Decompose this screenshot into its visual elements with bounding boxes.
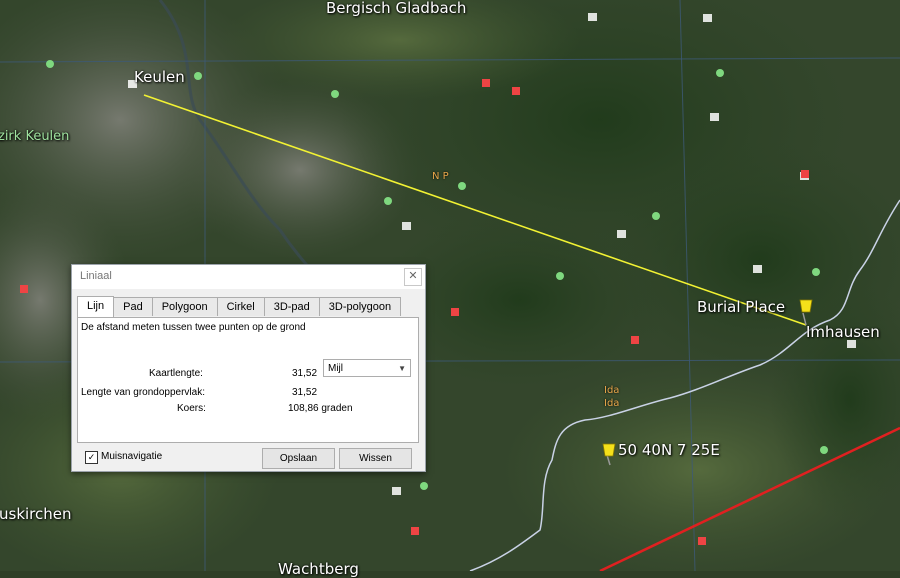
- tab-cirkel[interactable]: Cirkel: [216, 297, 265, 316]
- heading-value: 108,86 graden: [288, 403, 353, 414]
- map-label-ida-1: Ida: [604, 385, 620, 396]
- map-label-euskirchen: uskirchen: [0, 505, 72, 523]
- map-label-bergisch-gladbach: Bergisch Gladbach: [326, 0, 467, 17]
- map-label-zirk-keulen: zirk Keulen: [0, 129, 70, 144]
- ruler-panel: De afstand meten tussen twee punten op d…: [77, 317, 419, 443]
- tab-polygoon[interactable]: Polygoon: [151, 297, 218, 316]
- map-length-label: Kaartlengte:: [149, 368, 203, 379]
- ruler-description: De afstand meten tussen twee punten op d…: [81, 322, 306, 333]
- tab-pad[interactable]: Pad: [113, 297, 153, 316]
- close-button[interactable]: ✕: [404, 268, 422, 286]
- map-label-np: N P: [432, 171, 449, 182]
- ruler-titlebar[interactable]: Liniaal ✕: [72, 265, 425, 289]
- map-label-keulen: Keulen: [134, 68, 185, 86]
- map-label-wachtberg: Wachtberg: [278, 560, 359, 578]
- ruler-dialog: Liniaal ✕ Lijn Pad Polygoon Cirkel 3D-pa…: [71, 264, 426, 472]
- map-label-ida-2: Ida: [604, 398, 620, 409]
- close-icon: ✕: [408, 270, 418, 282]
- chevron-down-icon: ▼: [398, 364, 406, 373]
- ground-length-label: Lengte van grondoppervlak:: [81, 387, 205, 398]
- ruler-title: Liniaal: [80, 270, 112, 282]
- map-label-imhausen: Imhausen: [806, 323, 880, 341]
- tab-3d-pad[interactable]: 3D-pad: [263, 297, 320, 316]
- mouse-navigation-checkbox[interactable]: ✓: [85, 451, 98, 464]
- check-icon: ✓: [87, 452, 96, 462]
- tab-3d-polygoon[interactable]: 3D-polygoon: [318, 297, 402, 316]
- unit-select-value: Mijl: [328, 363, 343, 374]
- clear-button[interactable]: Wissen: [339, 448, 412, 469]
- save-button[interactable]: Opslaan: [262, 448, 335, 469]
- tab-lijn[interactable]: Lijn: [77, 296, 115, 317]
- heading-label: Koers:: [177, 403, 206, 414]
- map-length-value: 31,52: [292, 368, 318, 379]
- map-label-coordinate: 50 40N 7 25E: [618, 441, 720, 459]
- map-label-burial-place: Burial Place: [697, 298, 786, 316]
- unit-select[interactable]: Mijl ▼: [323, 359, 411, 377]
- ruler-tabs: Lijn Pad Polygoon Cirkel 3D-pad 3D-polyg…: [77, 296, 402, 317]
- mouse-navigation-label: Muisnavigatie: [101, 451, 163, 462]
- ground-length-value: 31,52: [292, 387, 318, 398]
